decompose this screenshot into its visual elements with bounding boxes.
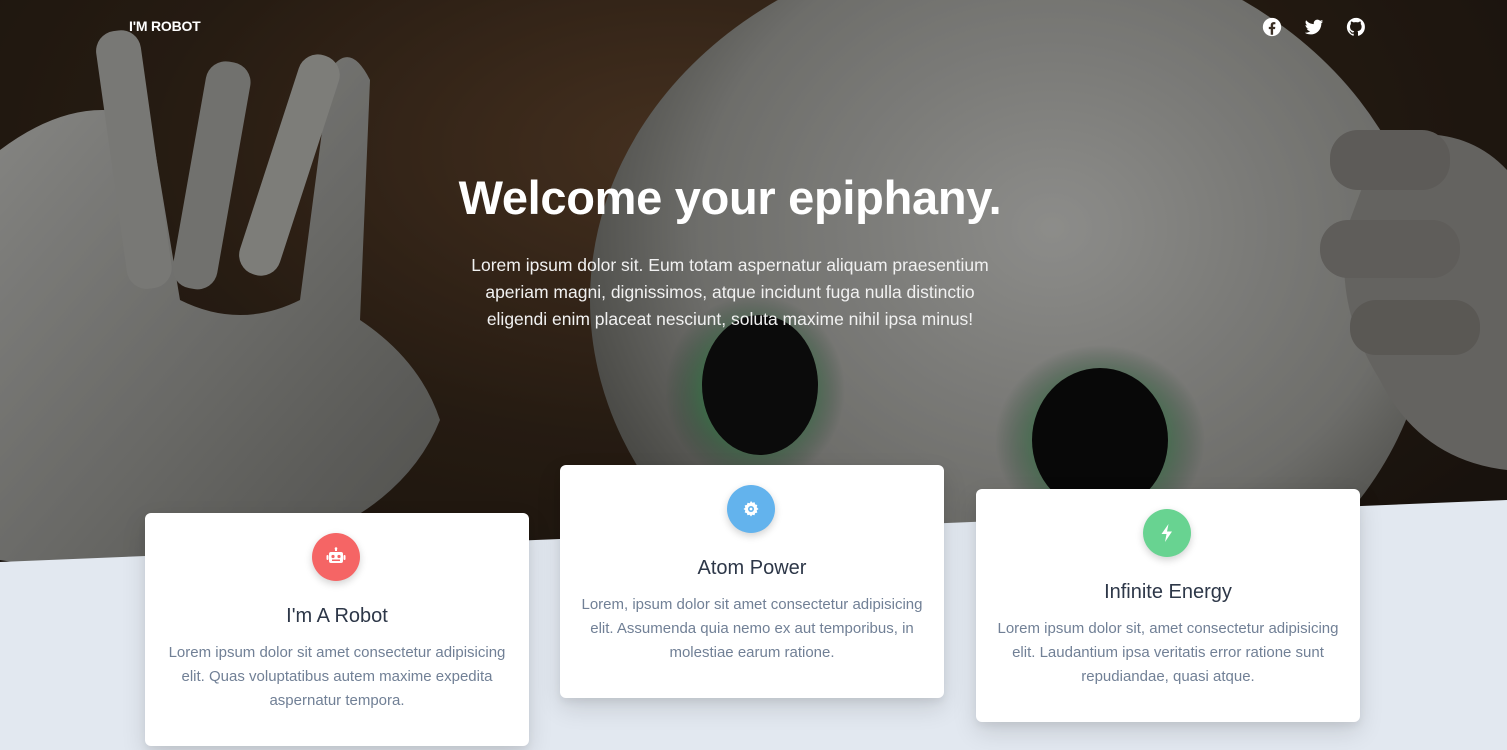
brand-logo[interactable]: I'M ROBOT <box>129 18 201 34</box>
feature-description: Lorem ipsum dolor sit, amet consectetur … <box>997 620 1339 685</box>
feature-card-energy: Infinite Energy Lorem ipsum dolor sit, a… <box>976 489 1360 722</box>
feature-title: Atom Power <box>697 557 807 579</box>
feature-title: Infinite Energy <box>1104 581 1232 603</box>
hero-description: Lorem ipsum dolor sit. Eum totam asperna… <box>471 255 989 329</box>
feature-title: I'm A Robot <box>286 605 388 627</box>
feature-description: Lorem ipsum dolor sit amet consectetur a… <box>168 644 506 709</box>
landing-page: I'M ROBOT Welcome your epiphany. Lorem i… <box>0 0 1507 750</box>
feature-card-robot: I'm A Robot Lorem ipsum dolor sit amet c… <box>145 513 529 746</box>
facebook-icon[interactable] <box>1261 16 1283 38</box>
feature-description: Lorem, ipsum dolor sit amet consectetur … <box>581 596 923 661</box>
twitter-icon[interactable] <box>1303 16 1325 38</box>
robot-icon <box>312 533 360 581</box>
navbar: I'M ROBOT <box>0 0 1507 56</box>
cog-icon <box>727 485 775 533</box>
hero-title: Welcome your epiphany. <box>458 171 1002 224</box>
github-icon[interactable] <box>1345 16 1367 38</box>
feature-card-atom: Atom Power Lorem, ipsum dolor sit amet c… <box>560 465 944 698</box>
bolt-icon <box>1143 509 1191 557</box>
